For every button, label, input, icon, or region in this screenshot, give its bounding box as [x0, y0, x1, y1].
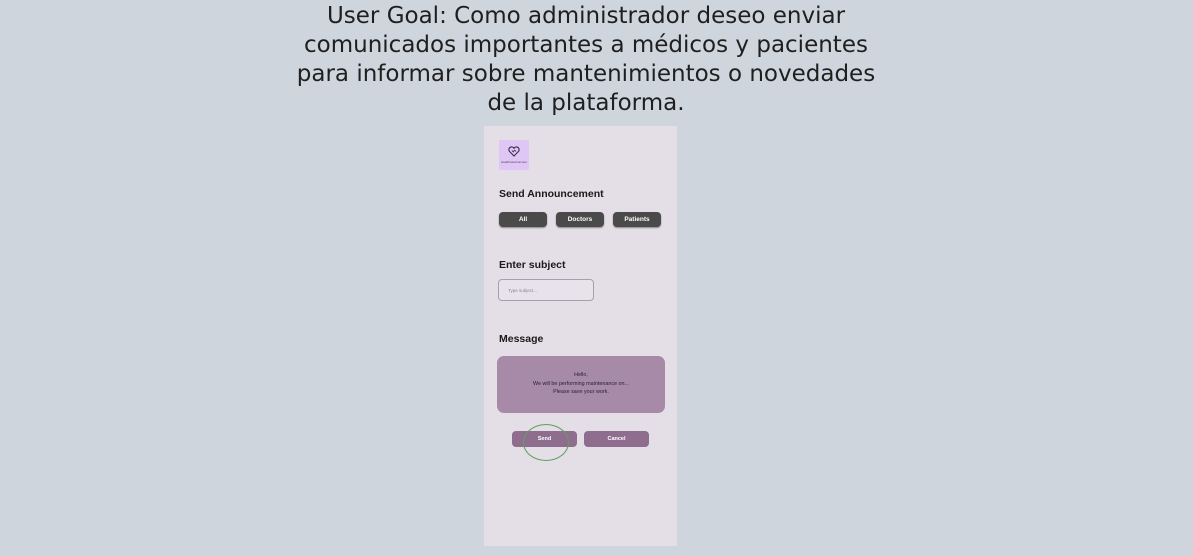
subject-input[interactable] — [498, 279, 594, 301]
message-line: Please save your work. — [553, 389, 609, 395]
user-goal-line: User Goal: Como administrador deseo envi… — [326, 3, 846, 29]
mobile-screen: HealthcareConnect Send Announcement All … — [484, 126, 677, 546]
audience-patients-button[interactable]: Patients — [613, 212, 661, 227]
message-textarea[interactable]: Hello, We will be performing maintenance… — [497, 356, 665, 413]
user-goal-line: de la plataforma. — [487, 90, 685, 116]
user-goal-line: comunicados importantes a médicos y paci… — [304, 32, 868, 58]
message-line: Hello, — [574, 372, 588, 378]
user-goal-caption: User Goal: Como administrador deseo envi… — [296, 2, 876, 118]
section-title: Send Announcement — [499, 188, 604, 200]
cancel-button[interactable]: Cancel — [584, 431, 649, 447]
audience-all-button[interactable]: All — [499, 212, 547, 227]
user-goal-line: para informar sobre mantenimientos o nov… — [296, 61, 876, 87]
message-label: Message — [499, 333, 544, 345]
logo-text: HealthcareConnect — [501, 160, 527, 164]
subject-label: Enter subject — [499, 259, 566, 271]
heart-stethoscope-icon — [508, 146, 520, 157]
send-button[interactable]: Send — [512, 431, 577, 447]
message-line: We will be performing maintenance on... — [532, 380, 630, 387]
app-logo: HealthcareConnect — [499, 140, 529, 170]
audience-doctors-button[interactable]: Doctors — [556, 212, 604, 227]
